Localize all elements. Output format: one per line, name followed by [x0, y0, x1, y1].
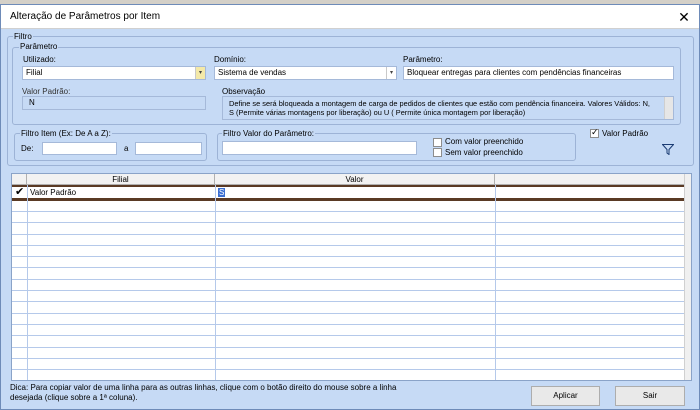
grid-row-line — [12, 347, 691, 348]
valor-padrao-value: N — [29, 98, 35, 107]
filtro-item-label: Filtro Item (Ex: De A a Z): — [20, 129, 112, 138]
valor-padrao-label: Valor Padrão: — [22, 87, 71, 96]
parametro-label: Parâmetro: — [403, 55, 443, 64]
filtro-group-label: Filtro — [13, 32, 33, 41]
valor-padrao-check-label: Valor Padrão — [602, 129, 649, 138]
hint-line1: Dica: Para copiar valor de uma linha par… — [10, 383, 397, 392]
window-title: Alteração de Parâmetros por Item — [10, 11, 161, 22]
filtro-valor-input[interactable] — [222, 141, 417, 155]
parameters-grid: Filial Valor ✔ Valor Padrão S — [11, 173, 692, 381]
dominio-select[interactable]: Sistema de vendas ▾ — [214, 66, 397, 80]
grid-row-line — [12, 279, 691, 280]
grid-row-line — [12, 256, 691, 257]
grid-header-empty — [495, 174, 691, 185]
de-label: De: — [21, 144, 34, 153]
title-bar: Alteração de Parâmetros por Item ✕ — [1, 5, 699, 29]
observacao-line2: S (Permite várias montagens por liberaçã… — [229, 108, 526, 117]
chevron-down-icon[interactable]: ▾ — [386, 67, 396, 79]
valor-padrao-checkbox[interactable] — [590, 127, 599, 138]
row-check-icon: ✔ — [15, 186, 25, 198]
dominio-label: Domínio: — [214, 55, 247, 64]
observacao-scrollbar[interactable] — [664, 97, 673, 119]
grid-row-line — [12, 369, 691, 370]
row-filial-cell: Valor Padrão — [30, 188, 77, 197]
sem-valor-label: Sem valor preenchido — [445, 148, 523, 157]
grid-header-filial[interactable]: Filial — [27, 174, 215, 185]
grid-row-line — [12, 313, 691, 314]
grid-scrollbar[interactable] — [684, 174, 691, 380]
grid-header-corner — [12, 174, 27, 185]
parametro-value: Bloquear entregas para clientes com pend… — [407, 68, 622, 77]
observacao-line1: Define se será bloqueada a montagem de c… — [229, 99, 650, 108]
grid-column-line — [215, 185, 216, 380]
com-valor-checkbox[interactable] — [433, 138, 442, 147]
a-label: a — [124, 144, 129, 153]
utilizado-value: Filial — [26, 68, 43, 77]
parametro-field[interactable]: Bloquear entregas para clientes com pend… — [403, 66, 674, 80]
dominio-value: Sistema de vendas — [218, 68, 287, 77]
grid-row-line — [12, 335, 691, 336]
utilizado-label: Utilizado: — [23, 55, 56, 64]
valor-padrao-field: N — [22, 96, 206, 110]
funnel-icon[interactable] — [661, 144, 675, 156]
dialog-window: Alteração de Parâmetros por Item ✕ Filtr… — [0, 4, 700, 410]
utilizado-select[interactable]: Filial ▾ — [22, 66, 206, 80]
table-row[interactable]: ✔ Valor Padrão S — [12, 186, 691, 198]
sair-button[interactable]: Sair — [615, 386, 685, 406]
grid-header-valor[interactable]: Valor — [215, 174, 495, 185]
close-icon[interactable]: ✕ — [675, 8, 693, 26]
grid-column-line — [495, 185, 496, 380]
observacao-label: Observação — [222, 87, 266, 96]
grid-row-line — [12, 234, 691, 235]
a-input[interactable] — [135, 142, 202, 155]
observacao-text: Define se será bloqueada a montagem de c… — [222, 96, 674, 120]
grid-row-line — [12, 301, 691, 302]
parametro-group-label: Parâmetro — [19, 42, 59, 51]
hint-line2: desejada (clique sobre a 1ª coluna). — [10, 393, 138, 402]
chevron-down-icon[interactable]: ▾ — [195, 67, 205, 79]
aplicar-button[interactable]: Aplicar — [531, 386, 600, 406]
selected-row-border-bottom — [12, 198, 691, 201]
filtro-valor-label: Filtro Valor do Parâmetro: — [222, 129, 315, 138]
grid-row-line — [12, 211, 691, 212]
row-valor-cell[interactable]: S — [218, 188, 226, 197]
com-valor-label: Com valor preenchido — [445, 137, 524, 146]
grid-row-line — [12, 358, 691, 359]
grid-row-line — [12, 324, 691, 325]
de-input[interactable] — [42, 142, 117, 155]
grid-row-line — [12, 245, 691, 246]
grid-row-line — [12, 290, 691, 291]
sem-valor-checkbox[interactable] — [433, 148, 442, 157]
grid-row-line — [12, 222, 691, 223]
grid-column-line — [27, 185, 28, 380]
grid-row-line — [12, 267, 691, 268]
